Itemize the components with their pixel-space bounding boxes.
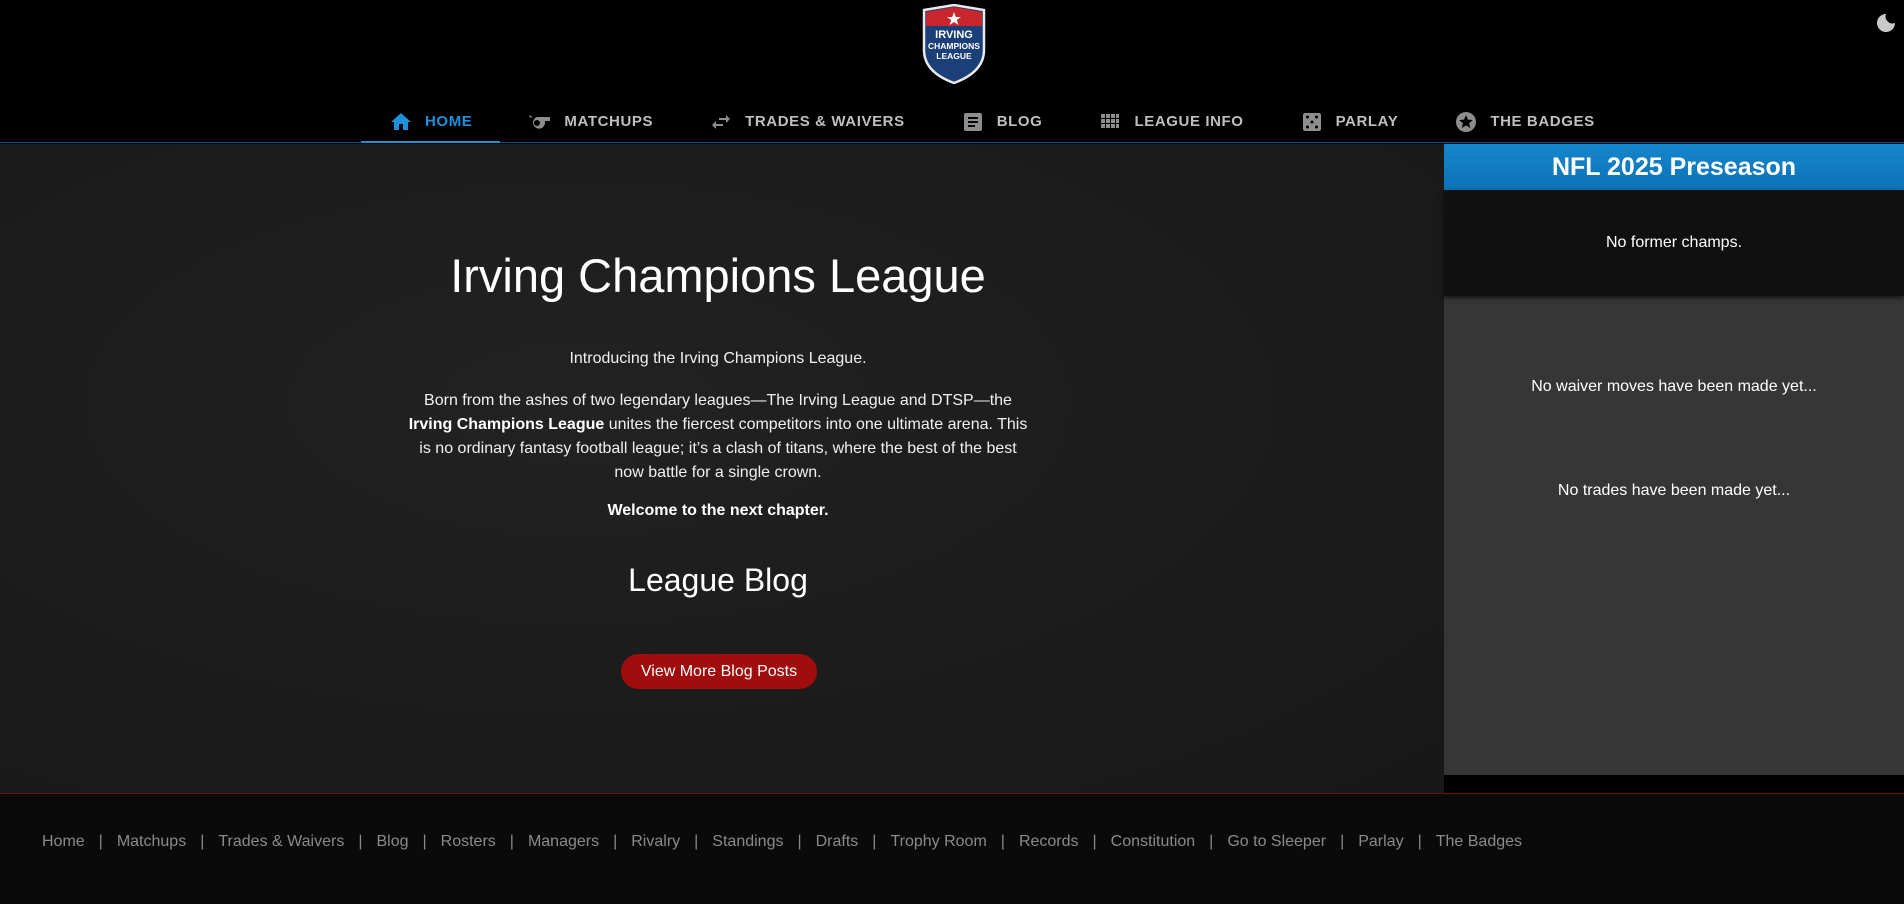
logo-line-3: LEAGUE	[936, 51, 972, 61]
para-bold-league-name: Irving Champions League	[408, 416, 605, 433]
grid-icon	[1101, 113, 1120, 128]
footer-link-parlay[interactable]: Parlay	[1358, 833, 1403, 850]
footer-link-managers[interactable]: Managers	[528, 833, 599, 850]
tab-the-badges-label: THE BADGES	[1490, 113, 1595, 130]
footer: Home | Matchups | Trades & Waivers | Blog | Rost…	[0, 793, 1904, 904]
tab-trades-waivers[interactable]: TRADES & WAIVERS	[681, 100, 933, 143]
tab-league-info-label: LEAGUE INFO	[1134, 113, 1244, 130]
footer-link-trades-waivers[interactable]: Trades & Waivers	[218, 833, 344, 850]
former-champs-box: No former champs.	[1444, 190, 1904, 296]
footer-separator: |	[422, 833, 427, 850]
footer-separator: |	[613, 833, 618, 850]
blog-heading: League Blog	[628, 562, 808, 598]
footer-separator: |	[509, 833, 514, 850]
league-logo[interactable]: IRVING CHAMPIONS LEAGUE	[920, 4, 988, 84]
tab-matchups-label: MATCHUPS	[564, 113, 654, 130]
tab-matchups[interactable]: MATCHUPS	[500, 100, 681, 143]
footer-link-the-badges[interactable]: The Badges	[1436, 833, 1522, 850]
tab-the-badges[interactable]: THE BADGES	[1426, 100, 1622, 143]
footer-separator: |	[200, 833, 205, 850]
footer-link-standings[interactable]: Standings	[712, 833, 783, 850]
star-badge-icon	[1456, 111, 1477, 132]
tab-league-info[interactable]: LEAGUE INFO	[1070, 100, 1271, 143]
waivers-empty-message: No waiver moves have been made yet...	[1531, 378, 1817, 395]
footer-link-records[interactable]: Records	[1019, 833, 1079, 850]
tab-blog[interactable]: BLOG	[933, 100, 1071, 143]
header: IRVING CHAMPIONS LEAGUE HOME MATCHUPS TR…	[0, 0, 1904, 143]
main-content: Irving Champions League Introducing the …	[0, 144, 1444, 793]
dice-icon	[1302, 112, 1321, 131]
footer-link-matchups[interactable]: Matchups	[117, 833, 186, 850]
moon-icon[interactable]	[1874, 11, 1898, 35]
page-title: Irving Champions League	[450, 249, 986, 302]
article-icon	[963, 112, 982, 131]
sidebar: NFL 2025 Preseason No former champs. No …	[1444, 144, 1904, 775]
footer-separator: |	[1340, 833, 1345, 850]
footer-link-blog[interactable]: Blog	[376, 833, 408, 850]
footer-link-drafts[interactable]: Drafts	[816, 833, 859, 850]
view-more-blog-posts-button[interactable]: View More Blog Posts	[621, 654, 817, 689]
para-text-before: Born from the ashes of two legendary lea…	[424, 392, 1012, 409]
tab-blog-label: BLOG	[996, 113, 1043, 130]
footer-separator: |	[1092, 833, 1097, 850]
footer-link-trophy-room[interactable]: Trophy Room	[890, 833, 986, 850]
footer-separator: |	[797, 833, 802, 850]
tab-parlay-label: PARLAY	[1335, 113, 1399, 130]
season-banner: NFL 2025 Preseason	[1444, 144, 1904, 190]
intro-paragraph: Born from the ashes of two legendary lea…	[408, 389, 1028, 485]
trades-empty-message: No trades have been made yet...	[1557, 482, 1791, 499]
footer-separator: |	[358, 833, 363, 850]
footer-link-home[interactable]: Home	[42, 833, 85, 850]
tab-trades-waivers-label: TRADES & WAIVERS	[745, 113, 905, 130]
home-icon	[391, 112, 411, 130]
footer-separator: |	[1000, 833, 1005, 850]
footer-separator: |	[694, 833, 699, 850]
intro-text: Introducing the Irving Champions League.	[569, 350, 867, 367]
welcome-text: Welcome to the next chapter.	[607, 502, 829, 519]
main-nav: HOME MATCHUPS TRADES & WAIVERS BLOG LEAG…	[361, 100, 1623, 143]
tab-home[interactable]: HOME	[361, 100, 501, 143]
footer-link-go-to-sleeper[interactable]: Go to Sleeper	[1227, 833, 1326, 850]
logo-line-2: CHAMPIONS	[928, 41, 980, 51]
footer-separator: |	[872, 833, 877, 850]
footer-separator: |	[1209, 833, 1214, 850]
footer-link-rivalry[interactable]: Rivalry	[631, 833, 680, 850]
footer-links: Home | Matchups | Trades & Waivers | Blog | Rost…	[0, 833, 1564, 851]
tab-home-label: HOME	[425, 113, 473, 130]
whistle-icon	[529, 114, 551, 129]
tab-parlay[interactable]: PARLAY	[1272, 100, 1427, 143]
footer-link-rosters[interactable]: Rosters	[441, 833, 496, 850]
footer-separator: |	[1417, 833, 1422, 850]
footer-link-constitution[interactable]: Constitution	[1111, 833, 1196, 850]
footer-separator: |	[98, 833, 103, 850]
logo-line-1: IRVING	[935, 29, 973, 41]
swap-icon	[712, 114, 731, 129]
